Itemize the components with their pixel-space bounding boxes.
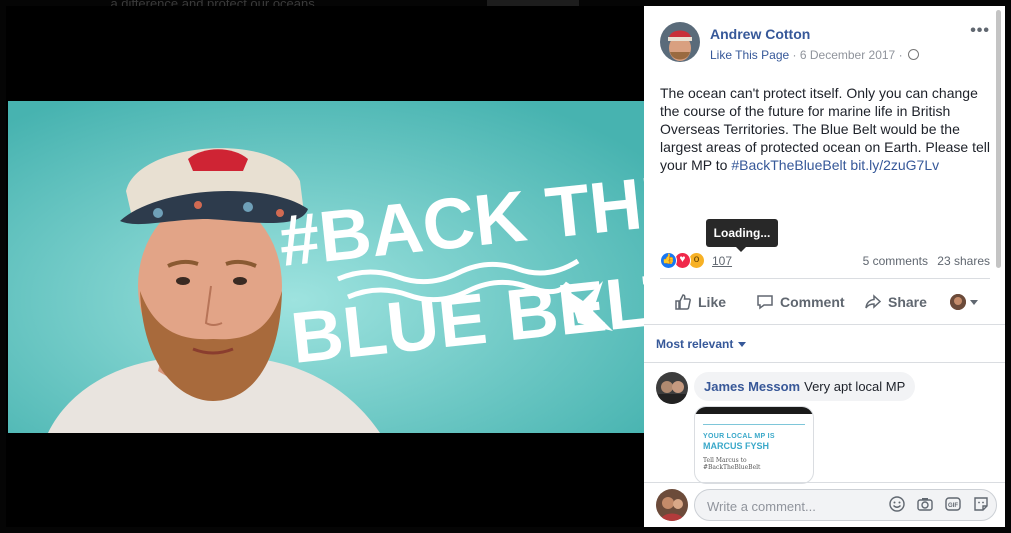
comments-count[interactable]: 5 comments bbox=[863, 254, 928, 268]
action-bar: Like Comment Share bbox=[660, 288, 990, 318]
comment-bubble: James Messom Very apt local MP bbox=[694, 372, 916, 401]
comment-input-placeholder: Write a comment... bbox=[707, 499, 816, 514]
reactions-summary: 👍 ♥ o 107 5 comments 23 shares bbox=[660, 252, 990, 270]
short-url-link[interactable]: bit.ly/2zuG7Lv bbox=[850, 157, 939, 173]
like-button[interactable]: Like bbox=[674, 288, 726, 316]
comment-label: Comment bbox=[780, 294, 845, 310]
comment-icon bbox=[757, 295, 773, 310]
comment-text: Very apt local MP bbox=[804, 379, 906, 394]
engagement-counts: 5 comments 23 shares bbox=[857, 254, 990, 268]
photo-artwork: #BACK THE BLUE BELT bbox=[8, 101, 644, 433]
meta-separator-2: · bbox=[895, 48, 906, 62]
comment-sort-label: Most relevant bbox=[656, 337, 734, 351]
reaction-count[interactable]: 107 bbox=[712, 254, 732, 268]
sticker-icon[interactable] bbox=[972, 495, 990, 513]
divider bbox=[644, 324, 1005, 325]
attachment-line-1: YOUR LOCAL MP IS bbox=[703, 433, 775, 440]
like-page-link[interactable]: Like This Page bbox=[710, 48, 789, 62]
thumbs-up-icon bbox=[675, 294, 691, 310]
post-date[interactable]: 6 December 2017 bbox=[800, 48, 895, 62]
emoji-icon[interactable] bbox=[888, 495, 906, 513]
share-button[interactable]: Share bbox=[864, 288, 927, 316]
hashtag-link[interactable]: #BackTheBlueBelt bbox=[731, 157, 846, 173]
comment-input[interactable]: Write a comment... GIF bbox=[694, 489, 997, 521]
attachment-line-2: MARCUS FYSH bbox=[703, 441, 770, 451]
attachment-topbar bbox=[695, 407, 813, 414]
commenter-name[interactable]: James Messom bbox=[704, 379, 800, 394]
author-avatar[interactable] bbox=[660, 22, 700, 62]
attachment-line-3: Tell Marcus to #BackTheBlueBelt bbox=[703, 457, 761, 471]
meta-separator: · bbox=[789, 48, 800, 62]
divider bbox=[660, 278, 990, 279]
chevron-down-icon bbox=[738, 341, 747, 347]
post-body: The ocean can't protect itself. Only you… bbox=[660, 84, 990, 174]
post-side-panel: Andrew Cotton Like This Page · 6 Decembe… bbox=[644, 6, 1005, 527]
audience-selector[interactable] bbox=[950, 288, 978, 316]
chevron-down-icon bbox=[970, 299, 978, 305]
comment-image-attachment[interactable]: YOUR LOCAL MP IS MARCUS FYSH Tell Marcus… bbox=[694, 406, 814, 484]
share-label: Share bbox=[888, 294, 927, 310]
comment-sort-dropdown[interactable]: Most relevant bbox=[656, 337, 747, 351]
post-meta: Like This Page · 6 December 2017 · bbox=[710, 48, 919, 62]
gif-icon[interactable]: GIF bbox=[944, 495, 962, 513]
panel-scrollbar[interactable] bbox=[996, 10, 1001, 268]
post-author-name[interactable]: Andrew Cotton bbox=[710, 26, 810, 42]
svg-text:GIF: GIF bbox=[948, 503, 958, 509]
like-reaction-icon[interactable]: 👍 bbox=[660, 252, 677, 269]
camera-icon[interactable] bbox=[916, 495, 934, 513]
viewer-avatar bbox=[950, 294, 966, 310]
like-label: Like bbox=[698, 294, 727, 310]
post-header: Andrew Cotton Like This Page · 6 Decembe… bbox=[660, 22, 990, 66]
more-options-icon[interactable]: ••• bbox=[970, 22, 990, 40]
shares-count[interactable]: 23 shares bbox=[937, 254, 990, 268]
divider bbox=[644, 362, 1005, 363]
loading-tooltip: Loading... bbox=[706, 219, 778, 252]
commenter-avatar[interactable] bbox=[656, 372, 688, 404]
globe-icon bbox=[907, 49, 919, 60]
post-photo[interactable]: #BACK THE BLUE BELT bbox=[8, 101, 644, 433]
comment-button[interactable]: Comment bbox=[756, 288, 845, 316]
comment-composer: Write a comment... GIF bbox=[656, 487, 1001, 523]
share-icon bbox=[865, 294, 882, 309]
attachment-wave bbox=[703, 424, 805, 429]
composer-avatar bbox=[656, 489, 688, 521]
divider bbox=[644, 482, 1005, 483]
